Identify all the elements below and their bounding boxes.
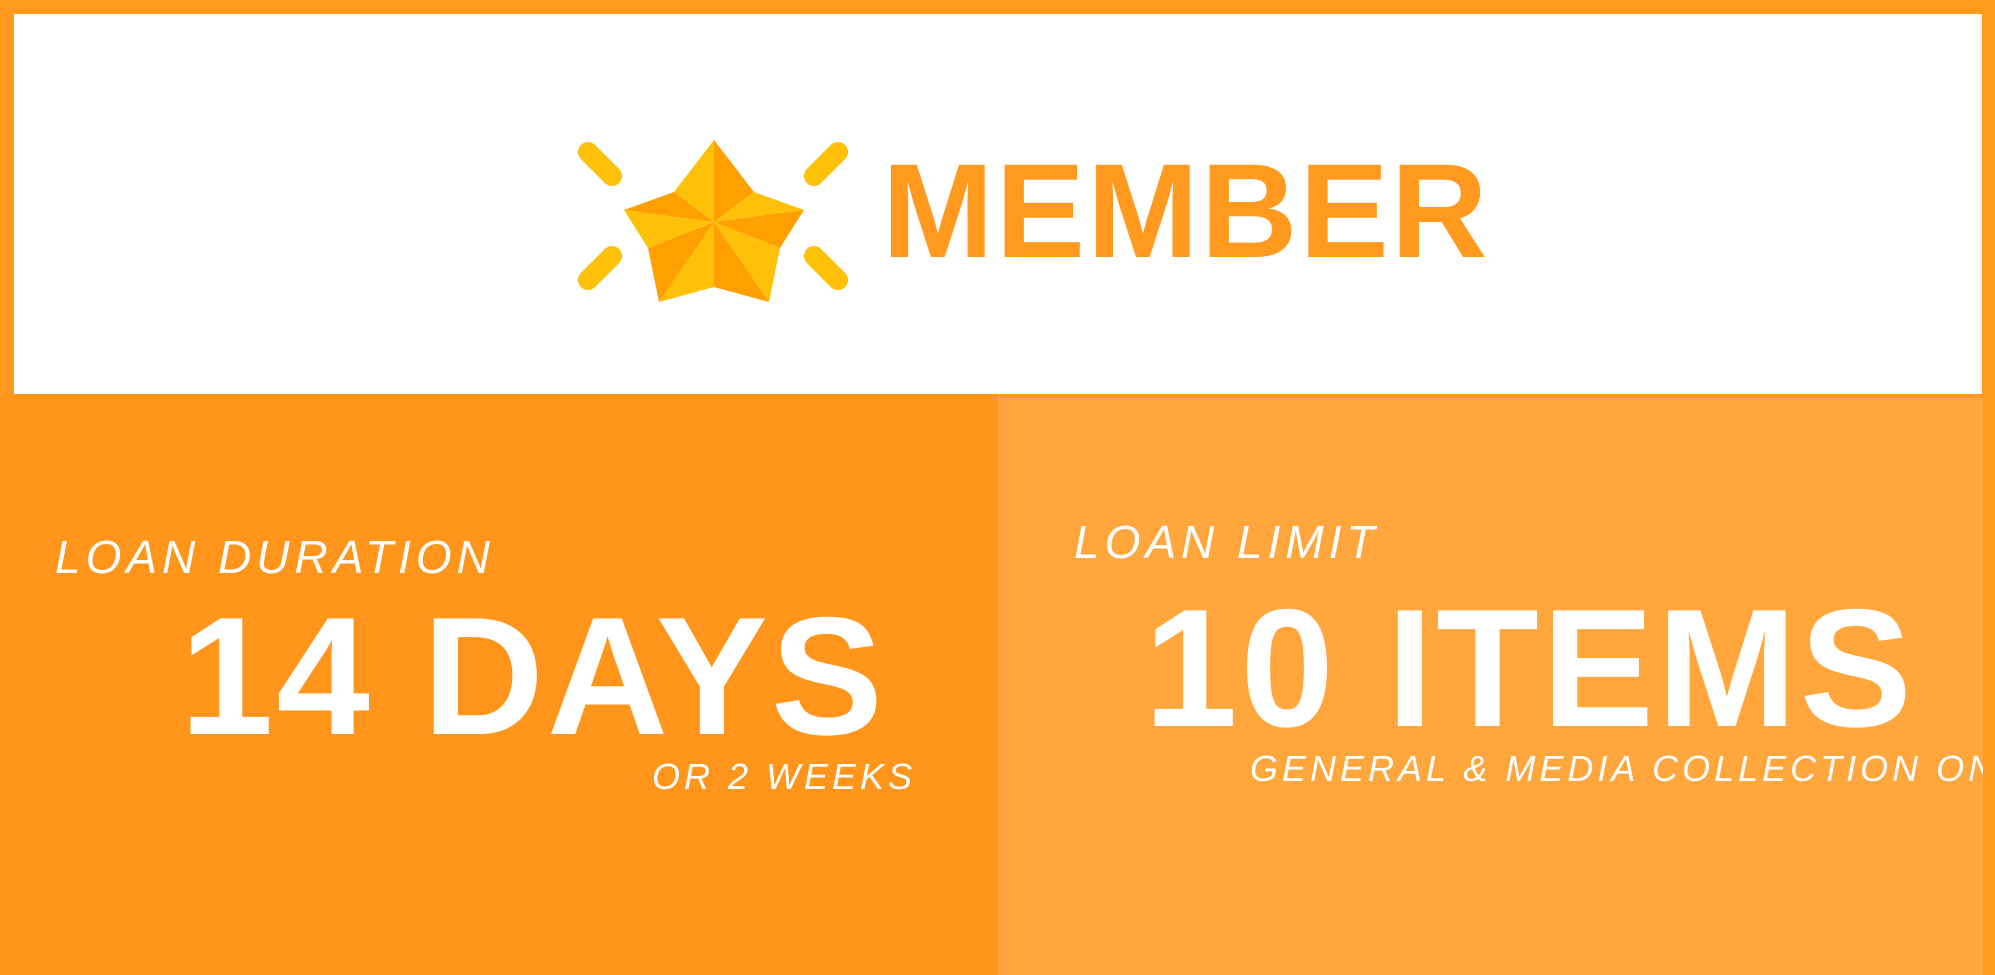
membership-title: MEMBER <box>882 137 1490 286</box>
loan-limit-value: 10 ITEMS <box>1144 574 1915 762</box>
header-banner: MEMBER <box>14 14 1982 394</box>
frame-right-edge <box>1983 384 1995 975</box>
loan-limit-note: GENERAL & MEDIA COLLECTION ONLY <box>1250 748 1995 789</box>
loan-duration-note: OR 2 WEEKS <box>652 756 917 797</box>
loan-duration-label: LOAN DURATION <box>55 531 495 583</box>
loan-limit-panel: LOAN LIMIT 10 ITEMS GENERAL & MEDIA COLL… <box>998 398 1995 975</box>
loan-limit-label: LOAN LIMIT <box>1074 516 1380 568</box>
star-sparkle-icon <box>578 140 848 302</box>
loan-duration-panel: LOAN DURATION 14 DAYS OR 2 WEEKS <box>0 394 998 975</box>
loan-duration-value: 14 DAYS <box>180 582 886 770</box>
